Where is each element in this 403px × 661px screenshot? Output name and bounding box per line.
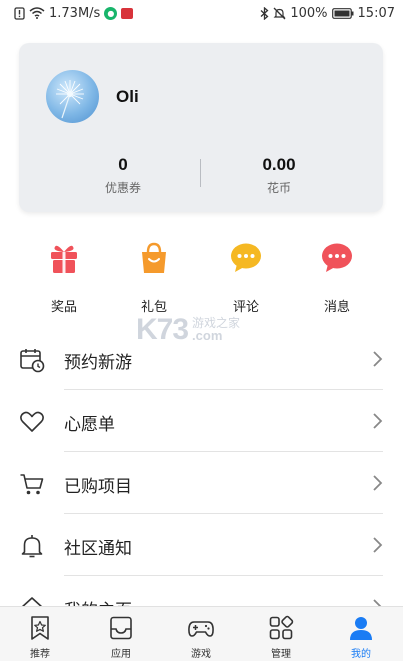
battery-icon xyxy=(331,7,354,19)
app-screen: 1.73M/s ● 100% 15:07 Oli 0 优惠券 0.00 花币 奖… xyxy=(0,0,403,661)
nav-label: 游戏 xyxy=(191,649,211,660)
clock: 15:07 xyxy=(357,5,395,21)
nav-mine[interactable]: 我的 xyxy=(331,615,391,660)
menu-item-label: 已购项目 xyxy=(64,477,132,497)
message-icon xyxy=(319,240,355,276)
quick-action-label: 奖品 xyxy=(50,300,77,315)
menu-item-reservations[interactable]: 预约新游 xyxy=(0,328,403,390)
gamepad-icon xyxy=(188,615,214,641)
mute-icon xyxy=(273,7,286,20)
coupon-label: 优惠券 xyxy=(104,181,141,195)
status-bar: 1.73M/s ● 100% 15:07 xyxy=(0,0,403,26)
menu-item-wishlist[interactable]: 心愿单 xyxy=(0,390,403,452)
chevron-right-icon xyxy=(371,412,383,430)
app-box-icon xyxy=(108,615,134,641)
menu-item-label: 心愿单 xyxy=(64,415,115,435)
grid-manage-icon xyxy=(268,615,294,641)
gift-icon xyxy=(46,240,82,276)
quick-action-packs[interactable]: 礼包 xyxy=(124,240,184,315)
coin-balance: 0.00 xyxy=(262,155,296,174)
bottom-nav: 推荐 应用 游戏 管理 我的 xyxy=(0,606,403,661)
nav-apps[interactable]: 应用 xyxy=(91,615,151,660)
cart-icon xyxy=(19,471,45,497)
avatar[interactable] xyxy=(46,70,99,123)
bluetooth-icon xyxy=(260,6,269,20)
quick-action-label: 消息 xyxy=(323,300,350,315)
star-bookmark-icon xyxy=(27,615,53,641)
menu-item-label: 预约新游 xyxy=(64,353,132,373)
quick-action-prizes[interactable]: 奖品 xyxy=(34,240,94,315)
quick-action-messages[interactable]: 消息 xyxy=(307,240,367,315)
network-speed: 1.73M/s xyxy=(49,5,101,21)
menu-item-purchased[interactable]: 已购项目 xyxy=(0,452,403,514)
app-notification-icon: ● xyxy=(104,6,118,20)
nav-label: 应用 xyxy=(111,649,131,660)
nav-recommend[interactable]: 推荐 xyxy=(10,615,70,660)
nav-manage[interactable]: 管理 xyxy=(251,615,311,660)
coin-label: 花币 xyxy=(266,181,291,195)
quick-actions: 奖品 礼包 评论 消息 xyxy=(19,240,383,315)
calendar-clock-icon xyxy=(19,347,45,373)
coupon-count: 0 xyxy=(118,155,128,174)
nav-label: 我的 xyxy=(351,649,371,660)
nav-label: 推荐 xyxy=(30,649,50,660)
huawei-notification-icon xyxy=(121,7,134,19)
quick-action-comments[interactable]: 评论 xyxy=(216,240,276,315)
bag-icon xyxy=(136,240,172,276)
coin-stat[interactable]: 0.00 花币 xyxy=(209,155,349,196)
coupon-stat[interactable]: 0 优惠券 xyxy=(53,155,193,196)
bell-icon xyxy=(19,533,45,559)
battery-percent: 100% xyxy=(290,5,328,21)
chevron-right-icon xyxy=(371,350,383,368)
menu-item-label: 社区通知 xyxy=(64,539,132,559)
profile-card[interactable]: Oli 0 优惠券 0.00 花币 xyxy=(19,43,383,212)
comment-icon xyxy=(228,240,264,276)
wifi-icon xyxy=(29,7,45,19)
menu-item-notifications[interactable]: 社区通知 xyxy=(0,514,403,576)
nav-games[interactable]: 游戏 xyxy=(171,615,231,660)
stat-divider xyxy=(200,159,201,187)
chevron-right-icon xyxy=(371,474,383,492)
heart-icon xyxy=(19,409,45,435)
notification-icon xyxy=(14,6,25,20)
chevron-right-icon xyxy=(371,536,383,554)
menu-list: 预约新游 心愿单 已购项目 社区通知 xyxy=(0,328,403,638)
username: Oli xyxy=(116,87,139,106)
person-icon xyxy=(348,615,374,641)
nav-label: 管理 xyxy=(271,649,291,660)
